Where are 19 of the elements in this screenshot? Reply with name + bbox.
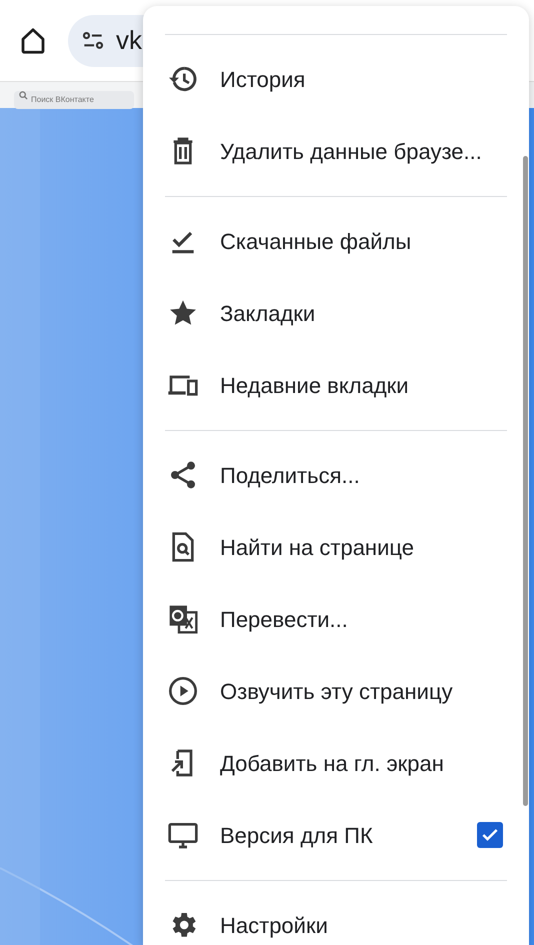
scrollbar[interactable] (523, 156, 528, 806)
checkbox[interactable] (477, 822, 503, 848)
menu-item[interactable]: Добавить на гл. экран (143, 727, 529, 799)
menu-item[interactable]: Скачанные файлы (143, 205, 529, 277)
menu-item[interactable]: Перевести... (143, 583, 529, 655)
menu-item[interactable]: Озвучить эту страницу (143, 655, 529, 727)
menu-item[interactable]: Найти на странице (143, 511, 529, 583)
menu-item[interactable]: Поделиться... (143, 439, 529, 511)
url-text: vk (116, 24, 142, 57)
search-field[interactable]: Поиск ВКонтакте (14, 90, 134, 108)
menu-item[interactable]: Настройки (143, 889, 529, 945)
play-circle-icon (167, 675, 199, 707)
menu-item[interactable]: Недавние вкладки (143, 349, 529, 421)
menu-item[interactable]: Удалить данные браузе... (143, 115, 529, 187)
translate-icon (167, 603, 199, 635)
menu-item[interactable]: Закладки (143, 277, 529, 349)
menu-item[interactable]: История (143, 43, 529, 115)
menu-item[interactable]: Версия для ПК (143, 799, 529, 871)
search-icon (19, 90, 28, 100)
